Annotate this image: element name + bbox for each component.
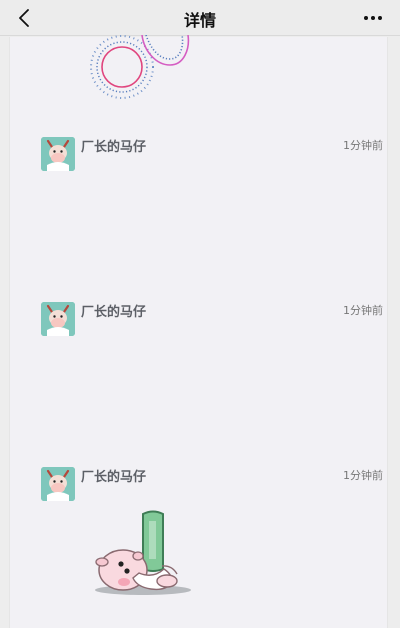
cow-avatar-icon bbox=[41, 467, 75, 501]
message-thread[interactable]: 厂长的马仔 1分钟前 厂长的马仔 1分钟前 厂长的马仔 1分钟前 bbox=[9, 35, 388, 628]
cow-avatar-icon bbox=[41, 302, 75, 336]
avatar[interactable] bbox=[41, 467, 75, 501]
pig-sticker-image[interactable] bbox=[89, 507, 201, 597]
circle-sticker-image[interactable] bbox=[84, 35, 196, 105]
more-button[interactable] bbox=[362, 7, 384, 29]
cow-avatar-icon bbox=[41, 137, 75, 171]
sender-name[interactable]: 厂长的马仔 bbox=[81, 301, 146, 320]
message-time: 1分钟前 bbox=[343, 139, 383, 152]
more-dots-icon bbox=[364, 16, 382, 20]
avatar[interactable] bbox=[41, 137, 75, 171]
sender-name[interactable]: 厂长的马仔 bbox=[81, 466, 146, 485]
page-title: 详情 bbox=[183, 11, 216, 30]
top-navbar: 详情 bbox=[0, 0, 400, 36]
avatar[interactable] bbox=[41, 302, 75, 336]
sender-name[interactable]: 厂长的马仔 bbox=[81, 136, 146, 155]
message-time: 1分钟前 bbox=[343, 469, 383, 482]
message-time: 1分钟前 bbox=[343, 304, 383, 317]
detail-page: 详情 厂长的马仔 1分钟前 厂长的马仔 1分钟前 厂长的马仔 1分钟前 bbox=[0, 0, 400, 628]
